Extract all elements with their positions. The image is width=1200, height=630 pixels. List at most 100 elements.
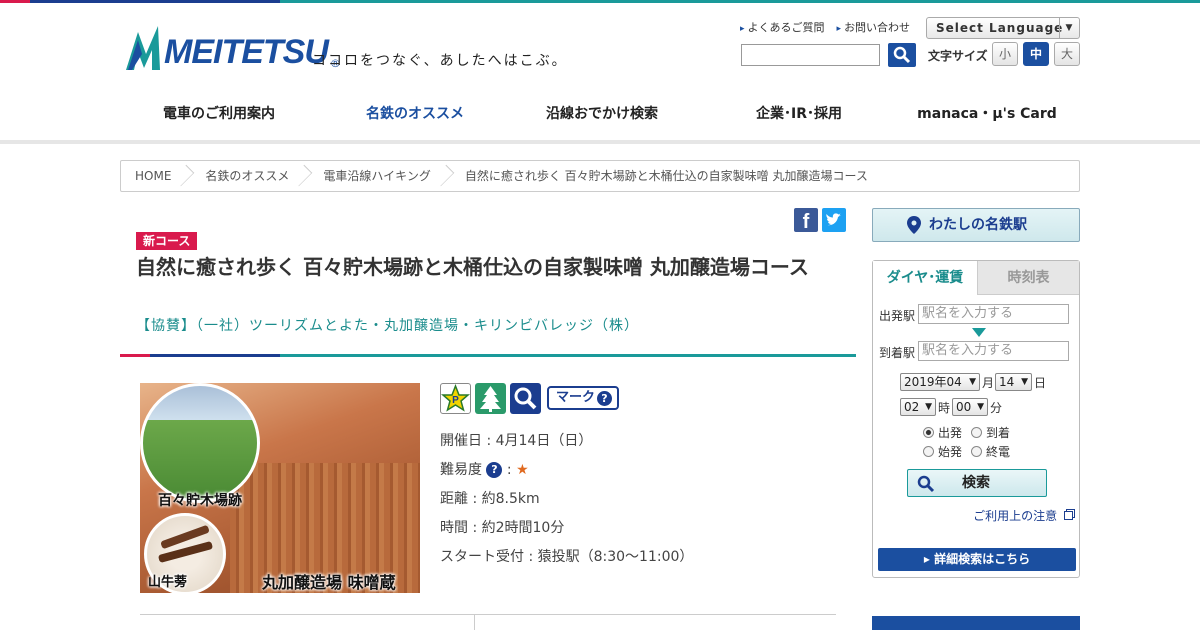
facebook-share-icon[interactable]: f (794, 208, 818, 233)
top-color-bar (0, 0, 1200, 3)
breadcrumb-hiking[interactable]: 電車沿線ハイキング (307, 161, 448, 191)
breadcrumb-current: 自然に癒され歩く 百々貯木場跡と木桶仕込の自家製味噌 丸加醸造場コース (464, 169, 868, 183)
chevron-down-icon: ▼ (969, 377, 976, 387)
global-nav: 電車のご利用案内 名鉄のオススメ 沿線おでかけ検索 企業･IR･採用 manac… (120, 88, 1080, 144)
sponsor-text: 【協賛】（一社）ツーリズムとよた・丸加醸造場・キリンビバレッジ（株） (136, 318, 639, 334)
usage-notice-link[interactable]: ご利用上の注意 (973, 507, 1073, 524)
logo-text: MEITETSU (164, 33, 329, 71)
difficulty-help-icon[interactable]: ? (486, 462, 503, 478)
course-photo: 百々貯木場跡 山牛蒡 丸加醸造場 味噌蔵 (140, 383, 420, 593)
course-distance: 距離 : 約8.5km (440, 491, 540, 507)
page-title: 自然に癒され歩く 百々貯木場跡と木桶仕込の自家製味噌 丸加醸造場コース (136, 255, 809, 279)
tab-timetable[interactable]: 時刻表 (977, 261, 1079, 295)
photo-label-burdock: 山牛蒡 (148, 575, 188, 590)
tab-timetable-fare[interactable]: ダイヤ･運賃 (873, 261, 977, 295)
route-search-label: 検索 (962, 475, 990, 491)
photo-label-lumber-yard: 百々貯木場跡 (158, 493, 242, 509)
usage-notice-label: ご利用上の注意 (973, 509, 1058, 523)
logo-mark-icon (126, 26, 160, 70)
route-search-panel: ダイヤ･運賃 時刻表 出発駅 駅名を入力する 到着駅 駅名を入力する 2019年… (872, 260, 1080, 578)
radio-first-train[interactable]: 始発 (923, 443, 962, 460)
lumber-yard-photo (140, 383, 260, 503)
nav-corporate[interactable]: 企業･IR･採用 (704, 88, 894, 144)
tree-icon (475, 383, 506, 414)
mark-legend-button[interactable]: マーク ? (547, 386, 619, 410)
breadcrumb: HOME 名鉄のオススメ 電車沿線ハイキング 自然に癒され歩く 百々貯木場跡と木… (120, 160, 1080, 192)
hour-unit: 時 (938, 401, 951, 415)
title-divider (120, 354, 856, 357)
minute-unit: 分 (990, 401, 1003, 415)
parking-star-icon: P (440, 383, 471, 414)
magnifier-icon (510, 383, 541, 414)
detail-search-label: 詳細検索はこちら (934, 552, 1031, 566)
event-date: 開催日 : 4月14日（日） (440, 433, 593, 449)
nav-recommend[interactable]: 名鉄のオススメ (322, 88, 508, 144)
language-select-label: Select Language (936, 21, 1064, 35)
start-reception: スタート受付 : 猿投駅（8:30～11:00） (440, 549, 694, 565)
my-station-label: わたしの名鉄駅 (929, 217, 1027, 233)
hour-value: 02 (904, 400, 920, 414)
twitter-share-icon[interactable] (822, 208, 846, 232)
chevron-down-icon: ▼ (977, 402, 984, 412)
utility-links: よくあるご質問 お問い合わせ (740, 19, 911, 35)
breadcrumb-home[interactable]: HOME (121, 161, 189, 191)
hour-select[interactable]: 02 ▼ (900, 398, 936, 416)
nav-outing-search[interactable]: 沿線おでかけ検索 (512, 88, 692, 144)
map-pin-icon (907, 216, 921, 234)
font-size-label: 文字サイズ (928, 49, 988, 63)
from-station-label: 出発駅 (879, 309, 916, 323)
nav-divider (0, 140, 1200, 144)
meitetsu-logo[interactable]: MEITETSU ® (124, 24, 341, 72)
nav-manaca[interactable]: manaca・μ's Card (894, 88, 1080, 144)
contact-link[interactable]: お問い合わせ (837, 19, 910, 35)
day-select[interactable]: 14 ▼ (995, 373, 1032, 391)
font-size-large-button[interactable]: 大 (1054, 42, 1080, 66)
difficulty-star-icon: ★ (516, 462, 529, 478)
difficulty-label: 難易度 (440, 462, 482, 478)
breadcrumb-recommend[interactable]: 名鉄のオススメ (189, 161, 307, 191)
difficulty-row: 難易度 ? : ★ (440, 462, 529, 478)
nav-train-guide[interactable]: 電車のご利用案内 (120, 88, 318, 144)
route-search-button[interactable]: 検索 (907, 469, 1047, 497)
search-icon (917, 475, 935, 493)
to-station-input[interactable]: 駅名を入力する (918, 341, 1069, 361)
month-unit: 月 (982, 376, 995, 390)
tagline: ココロをつなぐ、あしたへはこぶ。 (312, 53, 568, 69)
table-top-border (140, 614, 836, 615)
mark-legend-label: マーク (556, 390, 596, 405)
language-select[interactable]: Select Language ▼ (926, 17, 1080, 39)
faq-link[interactable]: よくあるご質問 (740, 19, 825, 35)
year-month-value: 2019年04 (904, 375, 962, 389)
sidebar-next-panel (872, 616, 1080, 630)
font-size-small-button[interactable]: 小 (992, 42, 1018, 66)
new-course-badge: 新コース (136, 232, 198, 250)
site-search-button[interactable] (888, 43, 916, 67)
font-size-medium-button[interactable]: 中 (1023, 42, 1049, 66)
day-value: 14 (999, 375, 1015, 389)
my-station-button[interactable]: わたしの名鉄駅 (872, 208, 1080, 242)
chevron-down-icon: ▼ (925, 402, 932, 412)
to-station-label: 到着駅 (879, 346, 916, 360)
radio-last-train[interactable]: 終電 (971, 443, 1010, 460)
chevron-down-icon: ▼ (1021, 377, 1028, 387)
site-search-input[interactable] (741, 44, 880, 66)
search-icon (893, 46, 911, 64)
table-column-divider (474, 614, 475, 630)
day-unit: 日 (1034, 376, 1047, 390)
radio-departure[interactable]: 出発 (923, 424, 962, 441)
svg-text:P: P (452, 395, 459, 406)
external-window-icon (1064, 511, 1073, 520)
arrow-down-icon (972, 328, 986, 337)
year-month-select[interactable]: 2019年04 ▼ (900, 373, 980, 391)
photo-label-miso-storehouse: 丸加醸造場 味噌蔵 (262, 573, 396, 592)
course-feature-icons: P (440, 383, 541, 414)
course-duration: 時間 : 約2時間10分 (440, 520, 565, 536)
chevron-down-icon: ▼ (1059, 18, 1079, 38)
from-station-input[interactable]: 駅名を入力する (918, 304, 1069, 324)
minute-select[interactable]: 00 ▼ (952, 398, 988, 416)
play-arrow-icon: ▸ (923, 552, 935, 566)
minute-value: 00 (956, 400, 972, 414)
detail-search-button[interactable]: ▸ 詳細検索はこちら (878, 548, 1076, 571)
question-icon: ? (597, 391, 612, 406)
radio-arrival[interactable]: 到着 (971, 424, 1010, 441)
